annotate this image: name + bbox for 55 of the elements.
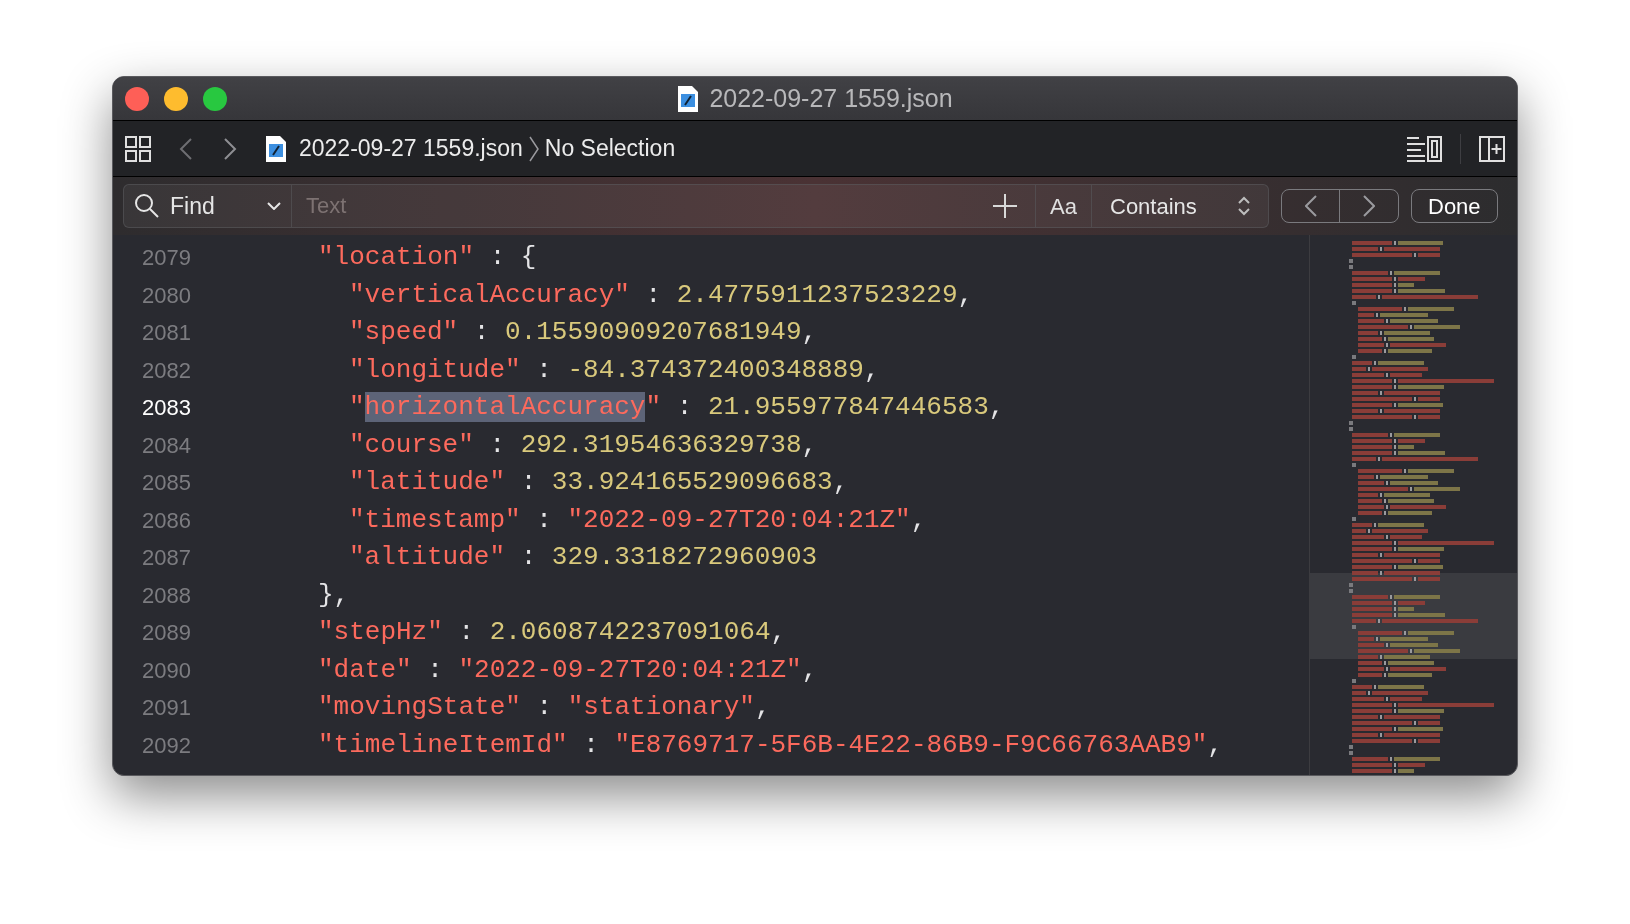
code-line: "timelineItemId" : "E8769717-5F6B-4E22-86B9-F9C66763AAB9", [318,728,1223,762]
plus-icon[interactable] [993,194,1018,218]
find-mode-label: Find [170,191,215,221]
path-file-name[interactable]: 2022-09-27 1559.json [299,131,523,166]
match-type-dropdown[interactable]: Contains [1092,185,1268,227]
line-number: 2082 [141,356,191,385]
add-editor-icon[interactable] [1479,135,1505,162]
code-line: "speed" : 0.15590909207681949, [349,316,818,350]
code-line: "longitude" : -84.374372400348889, [349,353,880,387]
close-button[interactable] [125,87,149,111]
minimize-button[interactable] [164,87,188,111]
line-number: 2081 [141,319,191,348]
window-title: 2022-09-27 1559.json [709,82,953,114]
line-number: 2079 [141,244,191,273]
chevron-right-icon [1363,195,1375,217]
search-icon [134,193,160,219]
code-line: }, [318,578,350,612]
line-number: 2092 [141,731,191,760]
code-line: "verticalAccuracy" : 2.4775911237523229, [349,278,974,312]
line-number: 2087 [141,544,191,573]
line-number: 2091 [141,694,191,723]
grid-icon[interactable] [125,135,151,162]
chevron-down-icon [267,202,281,210]
match-case-button[interactable]: Aa [1035,185,1092,227]
code-line: "course" : 292.31954636329738, [349,428,818,462]
path-separator-icon [528,135,539,162]
line-number: 2080 [141,281,191,310]
path-item[interactable]: No Selection [544,131,676,166]
code-line: "altitude" : 329.3318272960903 [349,541,818,575]
line-number: 2088 [141,581,191,610]
json-file-icon [677,84,700,113]
minimap-toggle-icon[interactable] [1406,135,1442,162]
chevron-left-icon [1304,195,1317,217]
code-line: "stepHz" : 2.0608742237091064, [318,616,787,650]
code-line: "location" : { [318,241,537,275]
zoom-button[interactable] [203,87,227,111]
code-line: "date" : "2022-09-27T20:04:21Z", [318,653,818,687]
back-icon[interactable] [179,136,193,161]
line-number: 2085 [141,469,191,498]
code-line: "movingState" : "stationary", [318,691,771,725]
code-line: "horizontalAccuracy" : 21.955977847446583, [349,391,1005,425]
find-mode-dropdown[interactable]: Find [124,185,292,227]
json-file-icon [265,134,287,163]
find-field[interactable]: Find Text Aa Contains [123,184,1269,228]
forward-icon[interactable] [223,136,237,161]
find-text-input[interactable]: Text [292,185,994,227]
line-number: 2086 [141,506,191,535]
line-number: 2089 [141,619,191,648]
line-number: 2090 [141,656,191,685]
up-down-icon [1238,196,1250,216]
line-number: 2084 [141,431,191,460]
line-number: 2083 [141,394,191,423]
code-line: "timestamp" : "2022-09-27T20:04:21Z", [349,503,927,537]
done-button[interactable]: Done [1411,189,1498,223]
code-line: "latitude" : 33.924165529096683, [349,466,849,500]
